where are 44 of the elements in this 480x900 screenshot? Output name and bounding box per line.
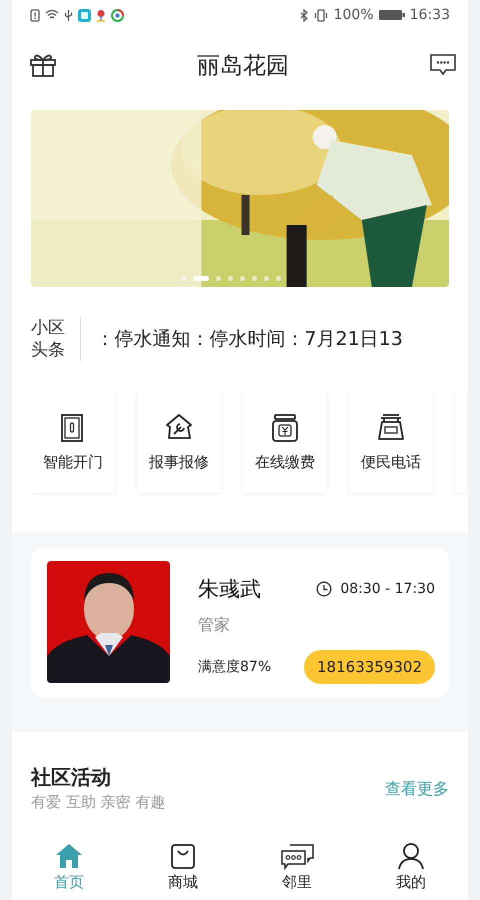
carousel-dot[interactable] xyxy=(276,276,281,281)
battery-percent: 100% xyxy=(334,7,374,23)
vibrate-icon xyxy=(312,8,329,22)
usb-icon xyxy=(64,8,73,22)
money-jar-icon xyxy=(270,412,300,442)
nav-tab[interactable]: 我的 xyxy=(354,838,468,900)
carousel-dot[interactable] xyxy=(181,276,186,281)
working-hours: 08:30 - 17:30 xyxy=(340,581,435,597)
clock-time: 16:33 xyxy=(410,7,450,23)
service-button[interactable]: 智能开门 xyxy=(31,391,115,493)
section-subtitle: 有爱 互助 亲密 有趣 xyxy=(31,793,166,812)
service-button[interactable]: 报事报修 xyxy=(137,391,221,493)
user-icon xyxy=(397,842,425,870)
shopping-bag-icon xyxy=(169,842,197,870)
carousel-dot[interactable] xyxy=(264,276,269,281)
service-button[interactable]: 在线缴费 xyxy=(243,391,327,493)
gift-icon[interactable] xyxy=(30,53,56,77)
page-title: 丽岛花园 xyxy=(197,52,289,80)
home-icon xyxy=(55,842,83,870)
service-button[interactable]: 便民电话 xyxy=(349,391,433,493)
clock-icon xyxy=(316,581,332,597)
app-icon xyxy=(78,8,91,22)
carousel-dot[interactable] xyxy=(216,276,221,281)
bluetooth-icon xyxy=(300,8,308,22)
alert-icon xyxy=(30,8,40,22)
nav-tab[interactable]: 邻里 xyxy=(240,838,354,900)
carousel-dot[interactable] xyxy=(252,276,257,281)
camera-app-icon xyxy=(111,8,124,22)
satisfaction-rate: 满意度87% xyxy=(198,658,272,676)
carousel-dot[interactable] xyxy=(240,276,245,281)
telephone-icon xyxy=(376,412,406,442)
carousel-dot[interactable] xyxy=(228,276,233,281)
pin-icon xyxy=(96,8,106,22)
steward-role: 管家 xyxy=(198,615,231,636)
message-icon[interactable] xyxy=(430,53,456,77)
section-title: 社区活动 xyxy=(31,764,112,791)
battery-icon xyxy=(378,9,405,21)
chat-bubbles-icon xyxy=(280,842,314,870)
phone-button[interactable]: 18163359302 xyxy=(304,650,435,684)
nav-tab[interactable]: 商城 xyxy=(126,838,240,900)
headline-label: 小区头条 xyxy=(31,317,82,361)
wifi-icon xyxy=(45,9,59,21)
headline-text[interactable]: ：停水通知：停水时间：7月21日13 xyxy=(81,326,403,352)
steward-name: 朱彧武 xyxy=(198,576,261,603)
